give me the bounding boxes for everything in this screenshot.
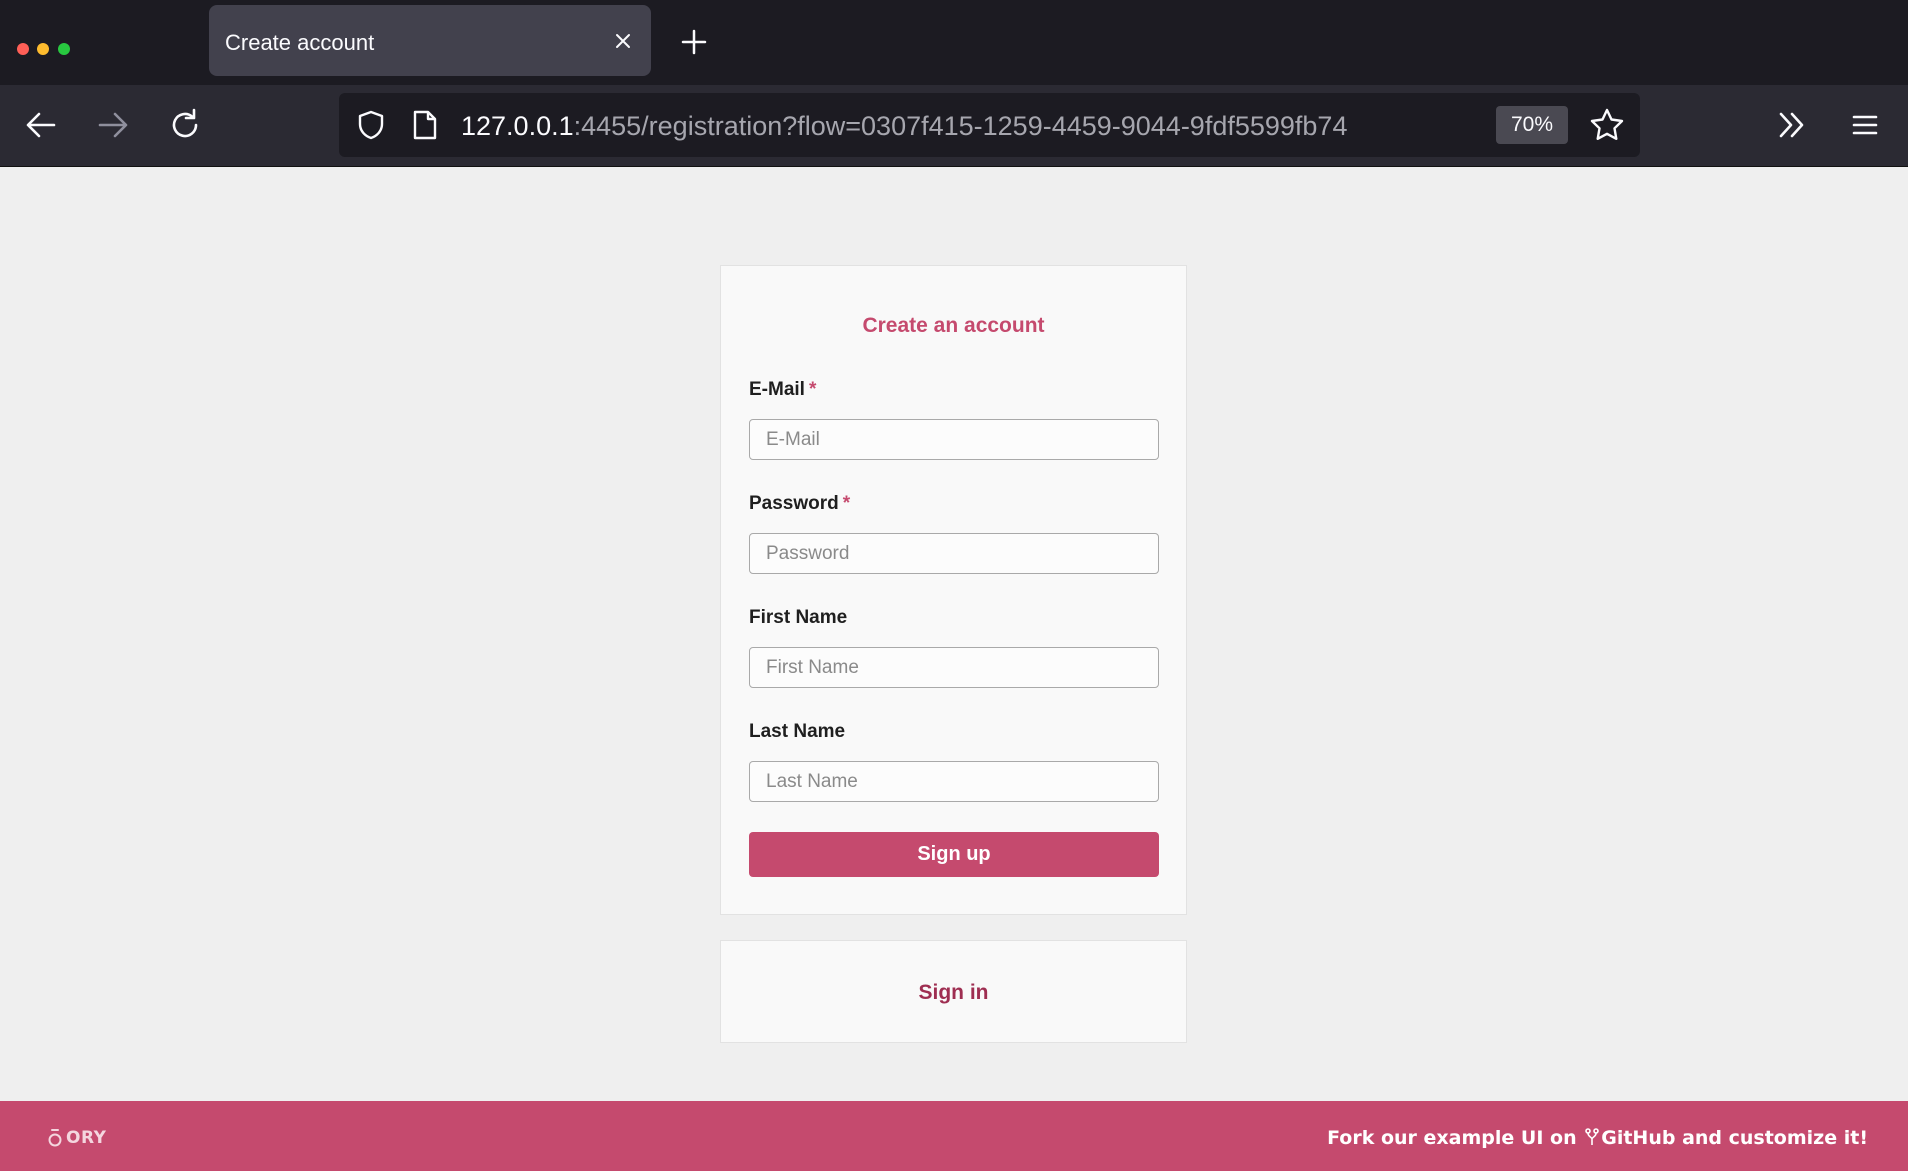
ory-logo[interactable]: ORY: [48, 1126, 106, 1150]
shield-icon[interactable]: [355, 109, 387, 141]
window-zoom-dot[interactable]: [58, 43, 70, 55]
form-title: Create an account: [862, 314, 1045, 337]
password-input[interactable]: [749, 533, 1159, 574]
url-host: 127.0.0.1: [461, 111, 574, 141]
arrow-left-icon[interactable]: [24, 108, 58, 142]
star-icon[interactable]: [1589, 107, 1625, 143]
registration-card: Create an account E-Mail* Password* Firs…: [720, 265, 1187, 915]
browser-tab-active[interactable]: Create account: [209, 5, 651, 76]
required-marker: *: [808, 379, 817, 400]
url-text[interactable]: 127.0.0.1:4455/registration?flow=0307f41…: [461, 93, 1347, 159]
footer-github-link[interactable]: Fork our example UI on GitHub and custom…: [1327, 1101, 1868, 1171]
page-icon[interactable]: [411, 109, 439, 141]
browser-toolbar: 127.0.0.1:4455/registration?flow=0307f41…: [0, 85, 1908, 167]
first-name-input[interactable]: [749, 647, 1159, 688]
required-marker: *: [842, 493, 851, 514]
last-name-label: Last Name: [749, 721, 846, 742]
double-chevron-icon[interactable]: [1775, 108, 1809, 142]
arrow-right-icon[interactable]: [96, 108, 130, 142]
password-label: Password *: [749, 493, 851, 514]
hamburger-menu-icon[interactable]: [1848, 108, 1882, 142]
window-minimize-dot[interactable]: [37, 43, 49, 55]
tab-title: Create account: [225, 30, 375, 55]
last-name-input[interactable]: [749, 761, 1159, 802]
address-bar[interactable]: 127.0.0.1:4455/registration?flow=0307f41…: [339, 93, 1640, 157]
close-icon[interactable]: [613, 31, 633, 51]
window-close-dot[interactable]: [17, 43, 29, 55]
url-path: :4455/registration?flow=0307f415-1259-44…: [573, 111, 1348, 141]
first-name-label: First Name: [749, 607, 848, 628]
reload-icon[interactable]: [168, 108, 202, 142]
sign-in-card: Sign in: [720, 940, 1187, 1043]
zoom-level-badge[interactable]: 70%: [1496, 106, 1568, 144]
git-fork-icon: [1585, 1128, 1600, 1145]
sign-up-button[interactable]: Sign up: [749, 832, 1159, 877]
browser-tab-bar: Create account: [0, 0, 1908, 85]
sign-in-link[interactable]: Sign in: [721, 941, 1186, 1044]
email-label: E-Mail *: [749, 379, 817, 400]
email-input[interactable]: [749, 419, 1159, 460]
footer-banner: ORY Fork our example UI on GitHub and cu…: [0, 1101, 1908, 1171]
ory-logo-icon: [48, 1129, 62, 1147]
plus-icon[interactable]: [680, 28, 708, 56]
ory-logo-text: ORY: [66, 1128, 107, 1148]
